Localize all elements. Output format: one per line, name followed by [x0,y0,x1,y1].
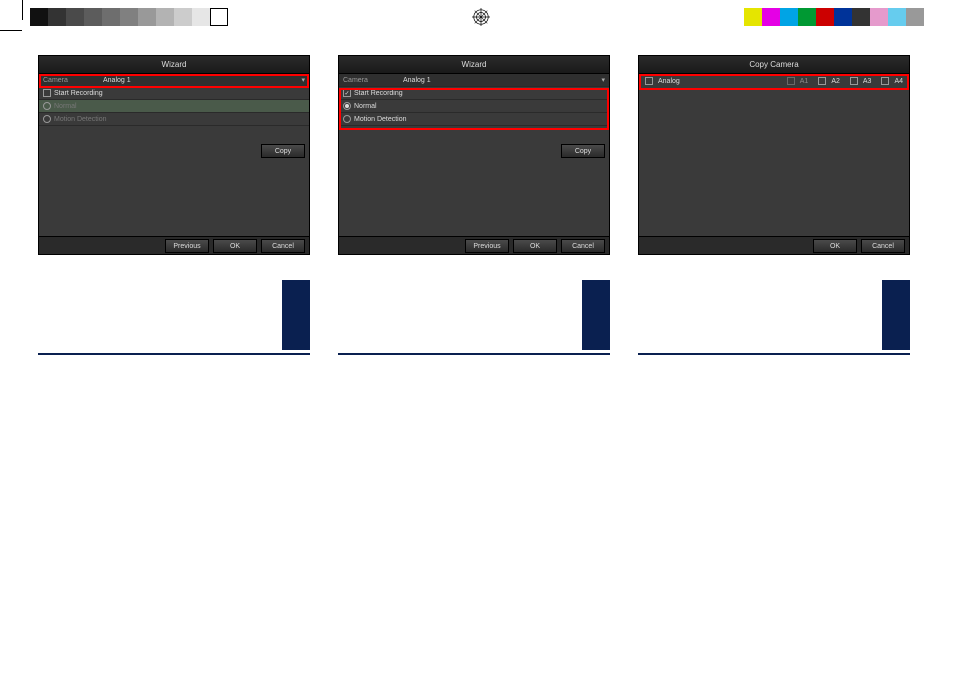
swatch-bar-right [744,8,924,26]
caption-3 [638,270,910,355]
radio-icon [43,115,51,123]
swatch [744,8,762,26]
panel-title: Copy Camera [639,56,909,74]
start-recording-row[interactable]: Start Recording [39,87,309,100]
motion-row: Motion Detection [39,113,309,126]
footer-buttons: OK Cancel [639,236,909,254]
panel-title: Wizard [39,56,309,74]
caption-2 [338,270,610,355]
chevron-down-icon: ▾ [601,76,605,84]
swatch [816,8,834,26]
a1-checkbox[interactable]: A1 [787,77,809,85]
swatch [870,8,888,26]
swatch [906,8,924,26]
swatch [798,8,816,26]
caption-underline [38,353,310,355]
swatch [66,8,84,26]
highlight-camera-row [39,74,309,88]
start-recording-label: Start Recording [54,90,103,97]
swatch [102,8,120,26]
swatch [84,8,102,26]
swatch [780,8,798,26]
swatch [210,8,228,26]
ok-button[interactable]: OK [513,239,557,253]
nav-block [882,280,910,350]
crop-mark-h [0,30,22,31]
panel-title: Wizard [339,56,609,74]
nav-block [282,280,310,350]
previous-button[interactable]: Previous [165,239,209,253]
swatch [174,8,192,26]
radio-icon [43,102,51,110]
normal-row: Normal [39,100,309,113]
wizard-panel-1: Wizard Camera Analog 1 ▾ Start Recording… [38,55,310,255]
footer-buttons: Previous OK Cancel [39,236,309,254]
a1-label: A1 [800,78,809,85]
swatch [852,8,870,26]
highlight-analog-row [639,74,909,90]
swatch [120,8,138,26]
swatch [30,8,48,26]
copy-button[interactable]: Copy [261,144,305,158]
checkbox-unchecked-icon[interactable] [43,89,51,97]
swatch [834,8,852,26]
swatch [888,8,906,26]
cancel-button[interactable]: Cancel [261,239,305,253]
cancel-button[interactable]: Cancel [861,239,905,253]
copy-camera-panel: Copy Camera Analog A1 A2 [638,55,910,255]
normal-label: Normal [54,103,77,110]
footer-buttons: Previous OK Cancel [339,236,609,254]
caption-1 [38,270,310,355]
caption-underline [338,353,610,355]
swatch [762,8,780,26]
crop-mark-v [22,0,23,20]
nav-block [582,280,610,350]
registration-mark-icon [472,8,490,26]
caption-underline [638,353,910,355]
swatch [192,8,210,26]
ok-button[interactable]: OK [213,239,257,253]
camera-label: Camera [343,77,403,84]
camera-dropdown[interactable]: Camera Analog 1 ▾ [339,74,609,87]
camera-value: Analog 1 [403,77,431,84]
swatch [138,8,156,26]
swatch [48,8,66,26]
copy-button[interactable]: Copy [561,144,605,158]
highlight-options [339,88,609,130]
wizard-panel-2: Wizard Camera Analog 1 ▾ ✓ Start Recordi… [338,55,610,255]
ok-button[interactable]: OK [813,239,857,253]
swatch-bar-left [30,8,228,26]
swatch [156,8,174,26]
cancel-button[interactable]: Cancel [561,239,605,253]
checkbox-icon [787,77,795,85]
previous-button[interactable]: Previous [465,239,509,253]
motion-label: Motion Detection [54,116,107,123]
